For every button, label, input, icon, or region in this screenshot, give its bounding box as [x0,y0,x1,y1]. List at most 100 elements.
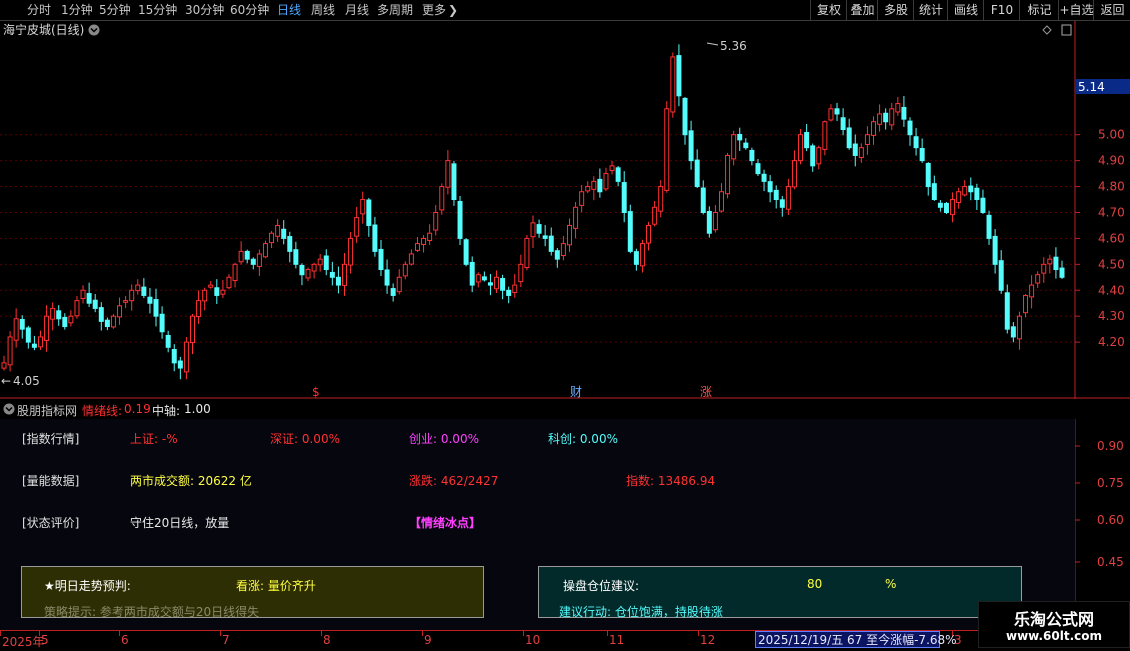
toolbar-button-0[interactable]: 复权 [810,0,847,20]
candle-body[interactable] [37,336,43,348]
candle-body[interactable] [712,211,718,231]
candle-body[interactable] [627,211,633,252]
candle-body[interactable] [852,143,858,156]
candle-body[interactable] [834,108,840,115]
candle-body[interactable] [554,250,560,260]
toolbar-button-5[interactable]: F10 [983,0,1020,20]
candle-body[interactable] [62,316,68,328]
candle-body[interactable] [791,160,797,188]
candle-body[interactable] [725,154,731,195]
candle-body[interactable] [749,149,755,162]
candle-body[interactable] [487,282,493,286]
stock-title[interactable]: 海宁皮城(日线) [3,22,84,37]
candle-body[interactable] [962,186,968,196]
candle-body[interactable] [913,136,919,149]
candle-body[interactable] [773,189,779,201]
candle-body[interactable] [652,206,658,225]
candle-body[interactable] [956,191,962,203]
candle-body[interactable] [433,211,439,231]
candle-body[interactable] [1047,258,1053,265]
candle-body[interactable] [469,261,475,286]
candle-body[interactable] [123,300,129,303]
candle-body[interactable] [706,210,712,234]
candle-body[interactable] [755,163,761,175]
candle-body[interactable] [877,113,883,125]
candle-body[interactable] [189,315,195,344]
candle-body[interactable] [439,186,445,211]
candle-body[interactable] [408,253,414,265]
scroll-box-icon[interactable] [1061,24,1072,36]
candle-body[interactable] [421,237,427,245]
tab-period-10[interactable]: 更多 [422,2,446,18]
candle-body[interactable] [299,264,305,276]
candle-body[interactable] [500,278,506,291]
candle-body[interactable] [183,341,189,373]
candle-body[interactable] [688,130,694,162]
candle-body[interactable] [682,97,688,136]
candle-body[interactable] [348,237,354,266]
toolbar-button-8[interactable]: 返回 [1093,0,1130,20]
candle-body[interactable] [1059,267,1065,278]
toolbar-button-2[interactable]: 多股 [877,0,914,20]
candle-body[interactable] [31,343,37,348]
candle-body[interactable] [615,167,621,182]
tab-period-0[interactable]: 分时 [27,2,51,18]
candle-body[interactable] [354,217,360,237]
candle-body[interactable] [153,299,159,317]
tab-period-8[interactable]: 月线 [345,2,369,18]
candle-body[interactable] [871,121,877,136]
candle-body[interactable] [1016,315,1022,340]
candle-body[interactable] [342,263,348,286]
candle-body[interactable] [451,163,457,201]
candle-body[interactable] [889,108,895,126]
candle-body[interactable] [68,315,74,324]
candle-body[interactable] [74,300,80,317]
candle-body[interactable] [639,243,645,267]
candle-body[interactable] [44,315,50,341]
candle-body[interactable] [822,121,828,150]
candle-body[interactable] [256,253,262,267]
candle-body[interactable] [907,120,913,136]
toolbar-button-6[interactable]: 标记 [1019,0,1059,20]
candle-body[interactable] [25,327,31,343]
candle-body[interactable] [986,214,992,239]
candle-body[interactable] [323,255,329,271]
candle-body[interactable] [269,232,275,244]
tab-period-1[interactable]: 1分钟 [61,2,93,18]
candle-body[interactable] [117,305,123,318]
candle-body[interactable] [50,307,56,320]
candle-body[interactable] [931,183,937,201]
candle-body[interactable] [56,310,62,320]
marker-limit-up[interactable]: 涨 [700,384,712,399]
dropdown-circle-icon[interactable] [3,403,15,415]
candle-body[interactable] [858,147,864,159]
candle-body[interactable] [846,127,852,149]
candle-body[interactable] [1004,292,1010,330]
candle-body[interactable] [457,200,463,239]
candle-body[interactable] [718,191,724,212]
candle-body[interactable] [171,349,177,364]
candle-body[interactable] [761,173,767,182]
candle-body[interactable] [402,263,408,277]
candle-body[interactable] [646,224,652,244]
candle-body[interactable] [250,258,256,265]
candle-body[interactable] [232,263,238,282]
candle-body[interactable] [202,289,208,302]
candle-body[interactable] [743,142,749,149]
candle-body[interactable] [573,206,579,229]
candle-body[interactable] [396,276,402,293]
candle-body[interactable] [700,187,706,213]
candle-body[interactable] [262,243,268,258]
candle-body[interactable] [919,147,925,162]
candle-body[interactable] [208,284,214,288]
toolbar-button-7[interactable]: +自选 [1058,0,1094,20]
candle-body[interactable] [1010,326,1016,338]
candle-body[interactable] [548,235,554,252]
more-chevron-icon[interactable]: ❯ [448,2,458,18]
candle-body[interactable] [80,289,86,300]
indicator-name[interactable]: 股朋指标网 [17,402,77,419]
candle-body[interactable] [609,165,615,172]
tab-period-7[interactable]: 周线 [311,2,335,18]
candle-body[interactable] [214,287,220,296]
candle-body[interactable] [536,224,542,234]
